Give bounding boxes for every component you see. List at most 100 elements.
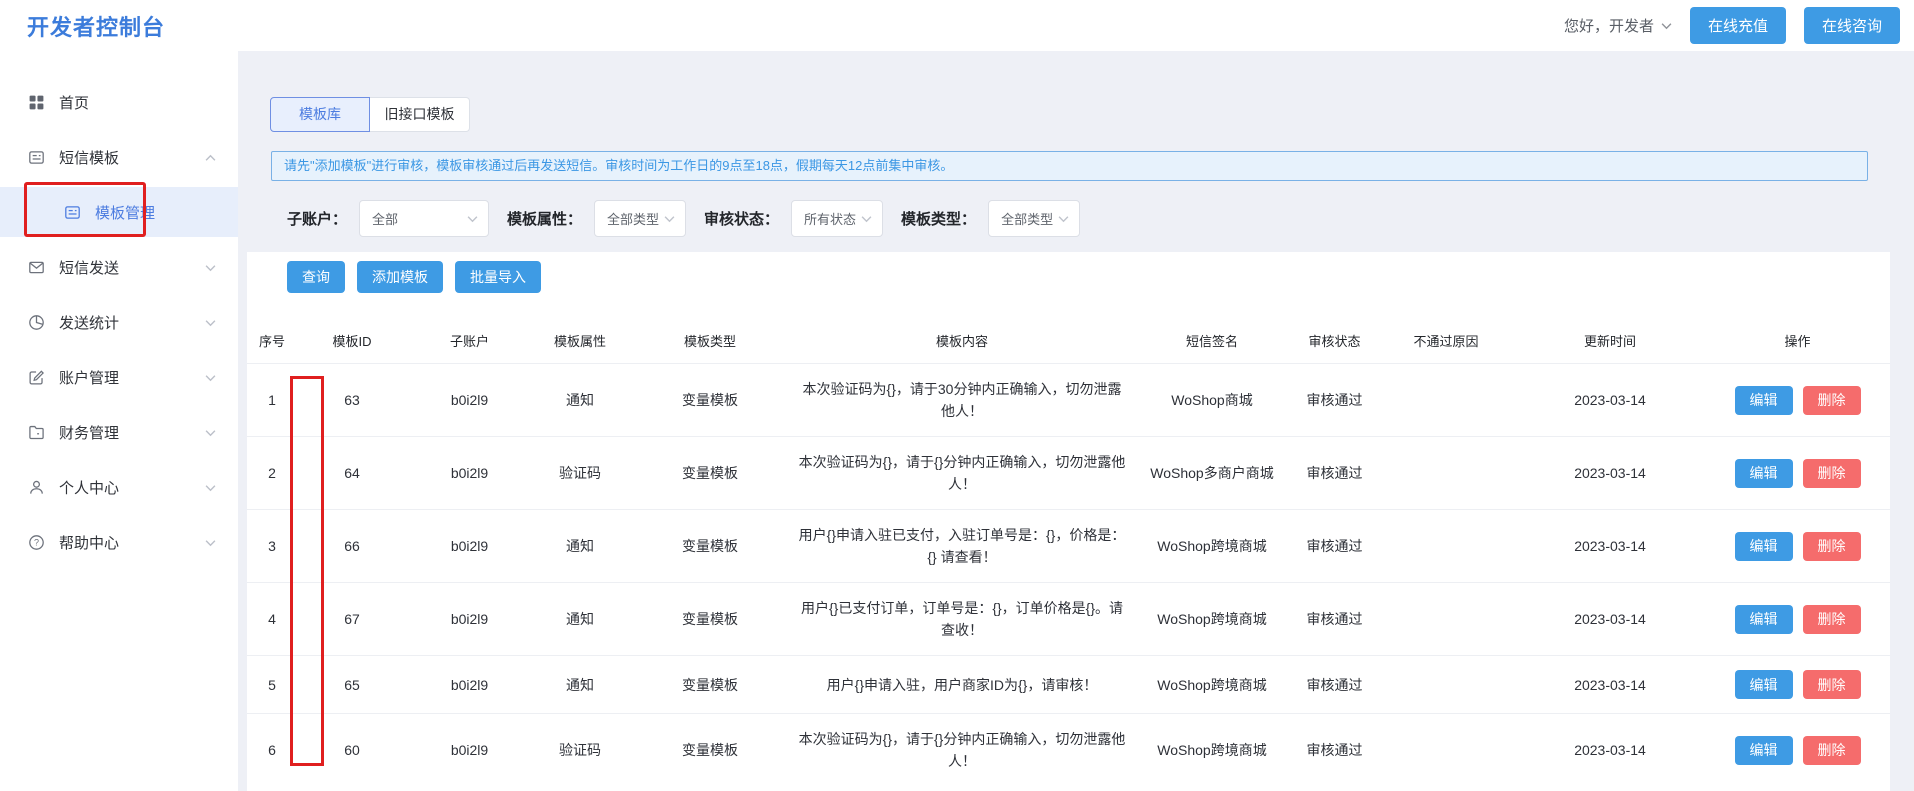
cell-content: 用户{}申请入驻，用户商家ID为{}，请审核！ xyxy=(792,655,1132,714)
delete-button[interactable]: 删除 xyxy=(1802,670,1861,699)
template-type-select[interactable]: 全部类型 xyxy=(988,200,1081,237)
user-icon xyxy=(28,479,45,496)
mail-icon xyxy=(28,259,45,276)
col-header-template-id: 模板ID xyxy=(332,334,372,349)
cell-content: 本次验证码为{}，请于{}分钟内正确输入，切勿泄露他人！ xyxy=(792,713,1132,786)
topbar-right: 您好，开发者 在线充值 在线咨询 xyxy=(1564,7,1900,44)
sidebar-item-home[interactable]: 首页 xyxy=(0,75,238,130)
sub-account-select-value: 全部 xyxy=(372,212,399,227)
cell-index: 6 xyxy=(247,713,297,786)
cell-signature: WoShop跨境商城 xyxy=(1132,582,1292,656)
template-table-wrapper: 序号 模板ID 子账户 模板属性 模板类型 模板内容 短信签名 审核状态 不通过… xyxy=(247,318,1890,786)
online-recharge-button[interactable]: 在线充值 xyxy=(1690,7,1786,44)
template-type-filter-label: 模板类型： xyxy=(901,211,977,228)
cell-actions: 编辑 删除 xyxy=(1705,713,1890,786)
batch-import-button[interactable]: 批量导入 xyxy=(455,261,541,293)
cell-content: 用户{}申请入驻已支付，入驻订单号是：{}，价格是：{} 请查看！ xyxy=(792,509,1132,583)
template-attribute-select[interactable]: 全部类型 xyxy=(594,200,687,237)
cell-content: 本次验证码为{}，请于{}分钟内正确输入，切勿泄露他人！ xyxy=(792,436,1132,510)
filter-bar: 子账户： 全部 模板属性： 全部类型 审核状态： 所有状态 模板类型： 全部类型 xyxy=(287,200,1098,237)
table-card: 查询 添加模板 批量导入 序号 模板ID 子账户 模板属性 模板类型 模板内容 … xyxy=(247,252,1890,791)
col-header-actions: 操作 xyxy=(1784,334,1811,349)
col-header-updated: 更新时间 xyxy=(1583,334,1636,349)
sidebar-item-help-center[interactable]: ? 帮助中心 xyxy=(0,515,238,570)
table-body: 1 63 b0i2l9 通知 变量模板 本次验证码为{}，请于30分钟内正确输入… xyxy=(247,363,1890,786)
cell-audit-status: 审核通过 xyxy=(1292,713,1377,786)
chevron-down-icon xyxy=(467,215,478,223)
help-icon: ? xyxy=(28,534,45,551)
cell-reject-reason xyxy=(1377,363,1515,437)
online-consult-button[interactable]: 在线咨询 xyxy=(1804,7,1900,44)
delete-button[interactable]: 删除 xyxy=(1802,385,1861,415)
cell-template-id: 67 xyxy=(297,582,407,656)
delete-button[interactable]: 删除 xyxy=(1802,604,1861,634)
sidebar-item-sms-template[interactable]: 短信模板 xyxy=(0,130,238,185)
cell-sub-account: b0i2l9 xyxy=(407,655,532,714)
table-header-row: 序号 模板ID 子账户 模板属性 模板类型 模板内容 短信签名 审核状态 不通过… xyxy=(247,318,1890,364)
sidebar-item-label: 账户管理 xyxy=(59,370,120,387)
add-template-button[interactable]: 添加模板 xyxy=(357,261,443,293)
sidebar-item-label: 短信模板 xyxy=(59,150,120,167)
sidebar-item-finance-management[interactable]: 财务管理 xyxy=(0,405,238,460)
chevron-down-icon xyxy=(205,319,216,327)
audit-status-select[interactable]: 所有状态 xyxy=(791,200,884,237)
cell-template-id: 64 xyxy=(297,436,407,510)
user-menu[interactable]: 您好，开发者 xyxy=(1564,15,1672,36)
sidebar-item-label: 短信发送 xyxy=(59,260,120,277)
chevron-down-icon xyxy=(1058,215,1069,223)
edit-button[interactable]: 编辑 xyxy=(1734,604,1793,634)
col-header-content: 模板内容 xyxy=(935,334,988,349)
cell-signature: WoShop跨境商城 xyxy=(1132,713,1292,786)
edit-icon xyxy=(28,369,45,386)
delete-button[interactable]: 删除 xyxy=(1802,458,1861,488)
cell-updated: 2023-03-14 xyxy=(1515,509,1705,583)
svg-text:?: ? xyxy=(34,538,39,548)
sidebar-item-label: 帮助中心 xyxy=(59,535,120,552)
cell-type: 变量模板 xyxy=(628,436,792,510)
sub-account-select[interactable]: 全部 xyxy=(359,200,490,237)
sidebar-item-label: 个人中心 xyxy=(59,480,120,497)
edit-button[interactable]: 编辑 xyxy=(1734,670,1793,699)
pie-chart-icon xyxy=(28,314,45,331)
sidebar-item-send-statistics[interactable]: 发送统计 xyxy=(0,295,238,350)
sidebar-item-template-management[interactable]: 模板管理 xyxy=(0,187,238,237)
query-button[interactable]: 查询 xyxy=(287,261,345,293)
folder-icon xyxy=(28,424,45,441)
chevron-up-icon xyxy=(205,154,216,162)
cell-reject-reason xyxy=(1377,509,1515,583)
cell-actions: 编辑 删除 xyxy=(1705,436,1890,510)
edit-button[interactable]: 编辑 xyxy=(1734,531,1793,561)
cell-reject-reason xyxy=(1377,713,1515,786)
action-button-row: 查询 添加模板 批量导入 xyxy=(287,261,541,293)
cell-attribute: 通知 xyxy=(532,363,628,437)
tab-template-library[interactable]: 模板库 xyxy=(270,97,370,132)
cell-content: 本次验证码为{}，请于30分钟内正确输入，切勿泄露他人！ xyxy=(792,363,1132,437)
sidebar-item-personal-center[interactable]: 个人中心 xyxy=(0,460,238,515)
cell-sub-account: b0i2l9 xyxy=(407,713,532,786)
cell-type: 变量模板 xyxy=(628,509,792,583)
sidebar-item-account-management[interactable]: 账户管理 xyxy=(0,350,238,405)
edit-button[interactable]: 编辑 xyxy=(1734,735,1793,765)
delete-button[interactable]: 删除 xyxy=(1802,531,1861,561)
cell-actions: 编辑 删除 xyxy=(1705,363,1890,437)
cell-index: 1 xyxy=(247,363,297,437)
cell-updated: 2023-03-14 xyxy=(1515,363,1705,437)
edit-button[interactable]: 编辑 xyxy=(1734,385,1793,415)
cell-index: 2 xyxy=(247,436,297,510)
cell-actions: 编辑 删除 xyxy=(1705,655,1890,714)
app-title: 开发者控制台 xyxy=(27,14,166,40)
cell-signature: WoShop商城 xyxy=(1132,363,1292,437)
cell-index: 4 xyxy=(247,582,297,656)
tab-legacy-api-template[interactable]: 旧接口模板 xyxy=(370,97,470,132)
cell-template-id: 66 xyxy=(297,509,407,583)
chevron-down-icon xyxy=(1661,22,1672,30)
delete-button[interactable]: 删除 xyxy=(1802,735,1861,765)
template-attribute-select-value: 全部类型 xyxy=(607,212,660,227)
edit-button[interactable]: 编辑 xyxy=(1734,458,1793,488)
tab-bar: 模板库 旧接口模板 xyxy=(270,97,470,132)
cell-template-id: 60 xyxy=(297,713,407,786)
sidebar-item-label: 财务管理 xyxy=(59,425,120,442)
cell-sub-account: b0i2l9 xyxy=(407,363,532,437)
sidebar-item-label: 发送统计 xyxy=(59,315,120,332)
sidebar-item-sms-send[interactable]: 短信发送 xyxy=(0,240,238,295)
